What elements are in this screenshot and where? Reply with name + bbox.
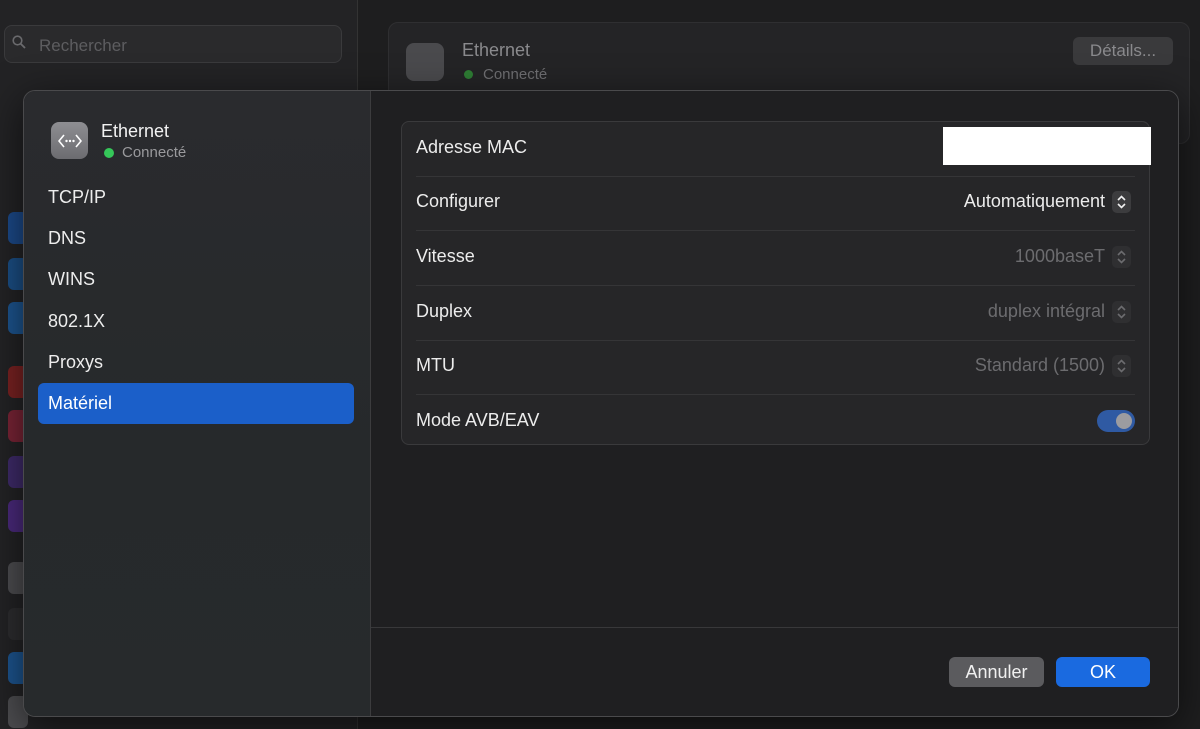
sidebar-item-8021x[interactable]: 802.1X <box>38 301 354 342</box>
speed-popup: 1000baseT <box>1014 246 1105 266</box>
popup-arrows-icon <box>1112 246 1131 268</box>
background-service-status: Connecté <box>483 66 548 83</box>
status-dot-icon <box>104 148 114 158</box>
speed-row: Vitesse 1000baseT <box>416 231 1135 286</box>
service-status: Connecté <box>122 144 187 161</box>
sidebar-item-proxys[interactable]: Proxys <box>38 342 354 383</box>
mtu-label: MTU <box>416 355 455 375</box>
configure-label: Configurer <box>416 191 501 211</box>
popup-arrows-icon[interactable] <box>1112 191 1131 213</box>
mac-address-row: Adresse MAC <box>416 122 1151 177</box>
search-placeholder: Rechercher <box>39 36 127 55</box>
popup-arrows-icon <box>1112 301 1131 323</box>
sheet-content: Adresse MAC Configurer Automatiquement V… <box>371 91 1178 716</box>
speed-label: Vitesse <box>416 246 475 266</box>
details-button[interactable]: Détails... <box>1073 37 1173 65</box>
status-dot-icon <box>464 70 473 79</box>
configure-popup[interactable]: Automatiquement <box>964 191 1105 212</box>
popup-arrows-icon <box>1112 355 1131 377</box>
ethernet-details-sheet: Ethernet Connecté TCP/IP DNS WINS 802.1X… <box>23 90 1179 717</box>
avb-mode-label: Mode AVB/EAV <box>416 410 540 430</box>
configure-row: Configurer Automatiquement <box>416 176 1135 231</box>
cancel-button[interactable]: Annuler <box>949 657 1044 687</box>
mac-address-value <box>943 127 1151 165</box>
avb-mode-toggle[interactable] <box>1097 410 1135 432</box>
duplex-row: Duplex duplex intégral <box>416 286 1135 341</box>
sheet-sidebar: Ethernet Connecté TCP/IP DNS WINS 802.1X… <box>24 91 371 716</box>
background-service-title: Ethernet <box>462 40 531 60</box>
sidebar-item-materiel[interactable]: Matériel <box>38 383 354 424</box>
mtu-popup: Standard (1500) <box>974 355 1105 375</box>
ethernet-icon <box>406 43 444 81</box>
mtu-row: MTU Standard (1500) <box>416 340 1135 395</box>
search-field[interactable]: Rechercher <box>4 25 342 63</box>
avb-mode-row: Mode AVB/EAV <box>416 395 1135 449</box>
sidebar-item-tcpip[interactable]: TCP/IP <box>38 177 354 218</box>
sidebar-item-wins[interactable]: WINS <box>38 259 354 300</box>
mac-address-label: Adresse MAC <box>416 137 528 157</box>
hardware-settings-group: Adresse MAC Configurer Automatiquement V… <box>401 121 1151 445</box>
sidebar-item-dns[interactable]: DNS <box>38 218 354 259</box>
duplex-label: Duplex <box>416 301 473 321</box>
search-icon <box>12 35 26 49</box>
toggle-knob <box>1116 413 1132 429</box>
service-title: Ethernet <box>101 121 170 141</box>
footer-divider <box>371 627 1178 628</box>
duplex-popup: duplex intégral <box>987 301 1105 321</box>
ok-button[interactable]: OK <box>1056 657 1150 687</box>
ethernet-icon <box>51 122 88 159</box>
